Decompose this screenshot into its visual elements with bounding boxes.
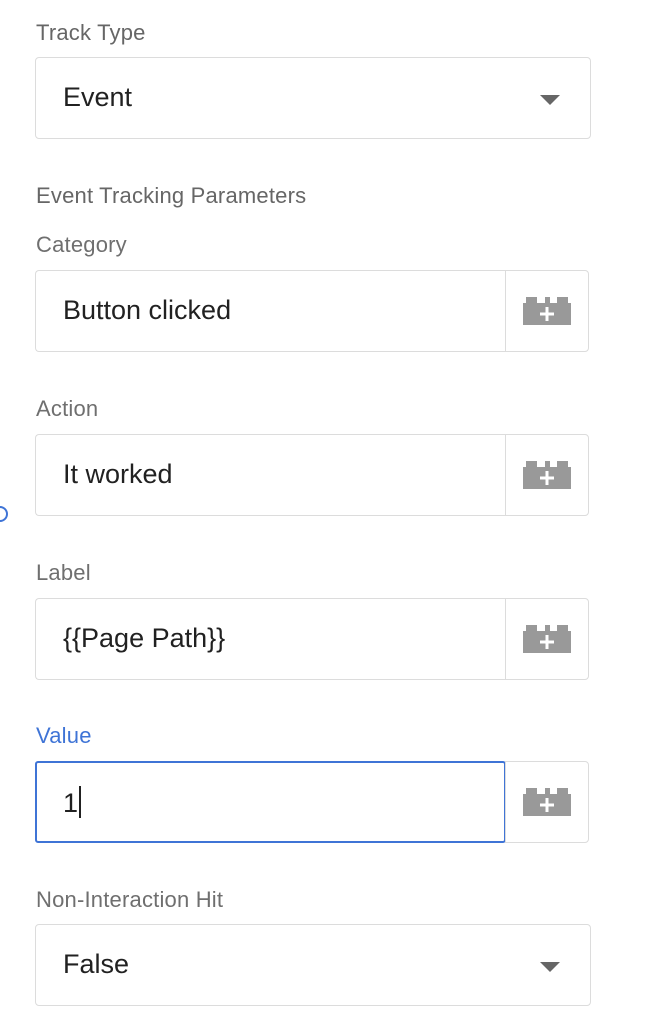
label-value: {{Page Path}} — [63, 623, 226, 653]
value-label: Value — [36, 723, 92, 748]
edge-indicator — [0, 506, 8, 522]
track-type-select[interactable]: Event — [35, 57, 591, 139]
dropdown-arrow-icon — [540, 95, 560, 105]
non-interaction-value: False — [63, 949, 130, 979]
dropdown-arrow-icon — [540, 962, 560, 972]
track-type-value: Event — [63, 82, 133, 112]
action-input[interactable]: It worked — [35, 434, 505, 516]
section-title: Event Tracking Parameters — [36, 183, 307, 208]
variable-picker-icon — [523, 788, 571, 816]
value-value: 1 — [63, 786, 82, 819]
event-tracking-form: Track Type Event Event Tracking Paramete… — [0, 0, 656, 1024]
non-interaction-select[interactable]: False — [35, 924, 591, 1006]
category-value: Button clicked — [63, 295, 232, 325]
label-input[interactable]: {{Page Path}} — [35, 598, 505, 680]
label-field-label: Label — [36, 560, 91, 585]
label-variable-button[interactable] — [505, 598, 589, 680]
non-interaction-label: Non-Interaction Hit — [36, 887, 224, 912]
category-input[interactable]: Button clicked — [35, 270, 505, 352]
track-type-label: Track Type — [36, 20, 146, 45]
variable-picker-icon — [523, 625, 571, 653]
category-variable-button[interactable] — [505, 270, 589, 352]
action-variable-button[interactable] — [505, 434, 589, 516]
text-cursor — [79, 786, 82, 818]
action-value: It worked — [63, 459, 173, 489]
value-variable-button[interactable] — [505, 761, 589, 843]
category-label: Category — [36, 232, 127, 257]
variable-picker-icon — [523, 461, 571, 489]
variable-picker-icon — [523, 297, 571, 325]
value-input[interactable]: 1 — [35, 761, 506, 843]
action-label: Action — [36, 396, 99, 421]
